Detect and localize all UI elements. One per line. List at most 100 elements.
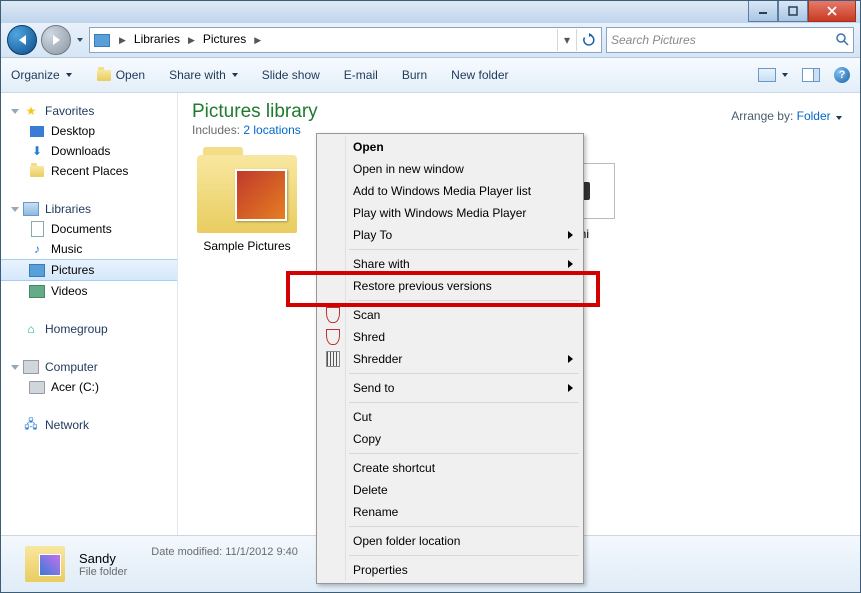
ctx-cut[interactable]: Cut bbox=[319, 406, 581, 428]
ctx-shredder[interactable]: Shredder bbox=[319, 348, 581, 370]
chevron-icon[interactable]: ▶ bbox=[249, 35, 266, 46]
view-options-button[interactable] bbox=[758, 68, 788, 82]
address-dropdown[interactable]: ▾ bbox=[557, 29, 576, 51]
homegroup-item[interactable]: ⌂ Homegroup bbox=[1, 319, 177, 339]
shield-icon bbox=[325, 307, 341, 323]
breadcrumb-libraries[interactable]: Libraries bbox=[131, 28, 183, 52]
videos-icon bbox=[29, 283, 45, 299]
homegroup-icon: ⌂ bbox=[23, 321, 39, 337]
separator bbox=[349, 402, 579, 403]
sidebar-item-recent[interactable]: Recent Places bbox=[1, 161, 177, 181]
submenu-arrow-icon bbox=[568, 260, 573, 268]
sidebar-item-pictures[interactable]: Pictures bbox=[1, 259, 177, 281]
libraries-label: Libraries bbox=[45, 202, 91, 216]
maximize-button[interactable] bbox=[778, 1, 808, 22]
separator bbox=[349, 249, 579, 250]
sidebar-item-music[interactable]: ♪Music bbox=[1, 239, 177, 259]
ctx-shred[interactable]: Shred bbox=[319, 326, 581, 348]
shield-icon bbox=[325, 329, 341, 345]
arrange-by[interactable]: Arrange by: Folder bbox=[731, 109, 842, 123]
sidebar-item-acer-c[interactable]: Acer (C:) bbox=[1, 377, 177, 397]
ctx-scan[interactable]: Scan bbox=[319, 304, 581, 326]
slideshow-button[interactable]: Slide show bbox=[262, 68, 320, 82]
drive-icon bbox=[29, 379, 45, 395]
help-button[interactable]: ? bbox=[834, 67, 850, 83]
explorer-window: ▶ Libraries ▶ Pictures ▶ ▾ Search Pictur… bbox=[0, 0, 861, 593]
computer-icon bbox=[23, 359, 39, 375]
ctx-add-wmp-list[interactable]: Add to Windows Media Player list bbox=[319, 180, 581, 202]
ctx-create-shortcut[interactable]: Create shortcut bbox=[319, 457, 581, 479]
favorites-group[interactable]: ★ Favorites bbox=[1, 101, 177, 121]
new-folder-button[interactable]: New folder bbox=[451, 68, 508, 82]
window-controls bbox=[748, 1, 856, 21]
sidebar-item-videos[interactable]: Videos bbox=[1, 281, 177, 301]
open-button[interactable]: Open bbox=[96, 67, 145, 83]
separator bbox=[349, 555, 579, 556]
expand-icon bbox=[11, 365, 19, 370]
command-bar: Organize Open Share with Slide show E-ma… bbox=[1, 58, 860, 93]
view-icon bbox=[758, 68, 776, 82]
details-name: Sandy bbox=[79, 551, 127, 566]
computer-group[interactable]: Computer bbox=[1, 357, 177, 377]
expand-icon bbox=[11, 207, 19, 212]
ctx-rename[interactable]: Rename bbox=[319, 501, 581, 523]
location-icon bbox=[92, 30, 112, 50]
folder-item-sample-pictures[interactable]: Sample Pictures bbox=[192, 155, 302, 253]
details-type: File folder bbox=[79, 566, 127, 578]
ctx-send-to[interactable]: Send to bbox=[319, 377, 581, 399]
breadcrumb-pictures[interactable]: Pictures bbox=[200, 28, 249, 52]
refresh-button[interactable] bbox=[576, 29, 601, 51]
music-icon: ♪ bbox=[29, 241, 45, 257]
details-thumbnail bbox=[25, 546, 65, 582]
burn-button[interactable]: Burn bbox=[402, 68, 427, 82]
ctx-share-with[interactable]: Share with bbox=[319, 253, 581, 275]
close-button[interactable] bbox=[808, 1, 856, 22]
separator bbox=[349, 526, 579, 527]
forward-button[interactable] bbox=[41, 25, 71, 55]
address-bar[interactable]: ▶ Libraries ▶ Pictures ▶ ▾ bbox=[89, 27, 602, 53]
separator bbox=[349, 373, 579, 374]
chevron-icon[interactable]: ▶ bbox=[114, 35, 131, 46]
ctx-properties[interactable]: Properties bbox=[319, 559, 581, 581]
preview-pane-button[interactable] bbox=[802, 68, 820, 82]
search-placeholder: Search Pictures bbox=[611, 33, 835, 47]
network-item[interactable]: 🖧Network bbox=[1, 415, 177, 435]
chevron-icon[interactable]: ▶ bbox=[183, 35, 200, 46]
sidebar-item-downloads[interactable]: ⬇Downloads bbox=[1, 141, 177, 161]
homegroup-label: Homegroup bbox=[45, 322, 108, 336]
ctx-open[interactable]: Open bbox=[319, 136, 581, 158]
organize-menu[interactable]: Organize bbox=[11, 68, 72, 82]
details-date-modified: Date modified: 11/1/2012 9:40 bbox=[151, 546, 298, 558]
shredder-icon bbox=[325, 351, 341, 367]
star-icon: ★ bbox=[23, 103, 39, 119]
sidebar-item-desktop[interactable]: Desktop bbox=[1, 121, 177, 141]
search-input[interactable]: Search Pictures bbox=[606, 27, 854, 53]
ctx-open-folder-location[interactable]: Open folder location bbox=[319, 530, 581, 552]
libraries-group[interactable]: Libraries bbox=[1, 199, 177, 219]
ctx-copy[interactable]: Copy bbox=[319, 428, 581, 450]
submenu-arrow-icon bbox=[568, 355, 573, 363]
pictures-icon bbox=[29, 262, 45, 278]
favorites-label: Favorites bbox=[45, 104, 94, 118]
ctx-play-to[interactable]: Play To bbox=[319, 224, 581, 246]
documents-icon bbox=[29, 221, 45, 237]
share-with-menu[interactable]: Share with bbox=[169, 68, 238, 82]
ctx-open-new-window[interactable]: Open in new window bbox=[319, 158, 581, 180]
ctx-delete[interactable]: Delete bbox=[319, 479, 581, 501]
history-dropdown[interactable] bbox=[75, 26, 85, 54]
downloads-icon: ⬇ bbox=[29, 143, 45, 159]
ctx-restore-previous-versions[interactable]: Restore previous versions bbox=[319, 275, 581, 297]
desktop-icon bbox=[29, 123, 45, 139]
back-button[interactable] bbox=[7, 25, 37, 55]
navigation-pane: ★ Favorites Desktop ⬇Downloads Recent Pla… bbox=[1, 93, 178, 537]
minimize-button[interactable] bbox=[748, 1, 778, 22]
locations-link[interactable]: 2 locations bbox=[243, 123, 300, 137]
item-label: Sample Pictures bbox=[192, 239, 302, 253]
separator bbox=[349, 300, 579, 301]
ctx-play-wmp[interactable]: Play with Windows Media Player bbox=[319, 202, 581, 224]
submenu-arrow-icon bbox=[568, 231, 573, 239]
network-icon: 🖧 bbox=[23, 417, 39, 433]
libraries-icon bbox=[23, 201, 39, 217]
email-button[interactable]: E-mail bbox=[344, 68, 378, 82]
sidebar-item-documents[interactable]: Documents bbox=[1, 219, 177, 239]
